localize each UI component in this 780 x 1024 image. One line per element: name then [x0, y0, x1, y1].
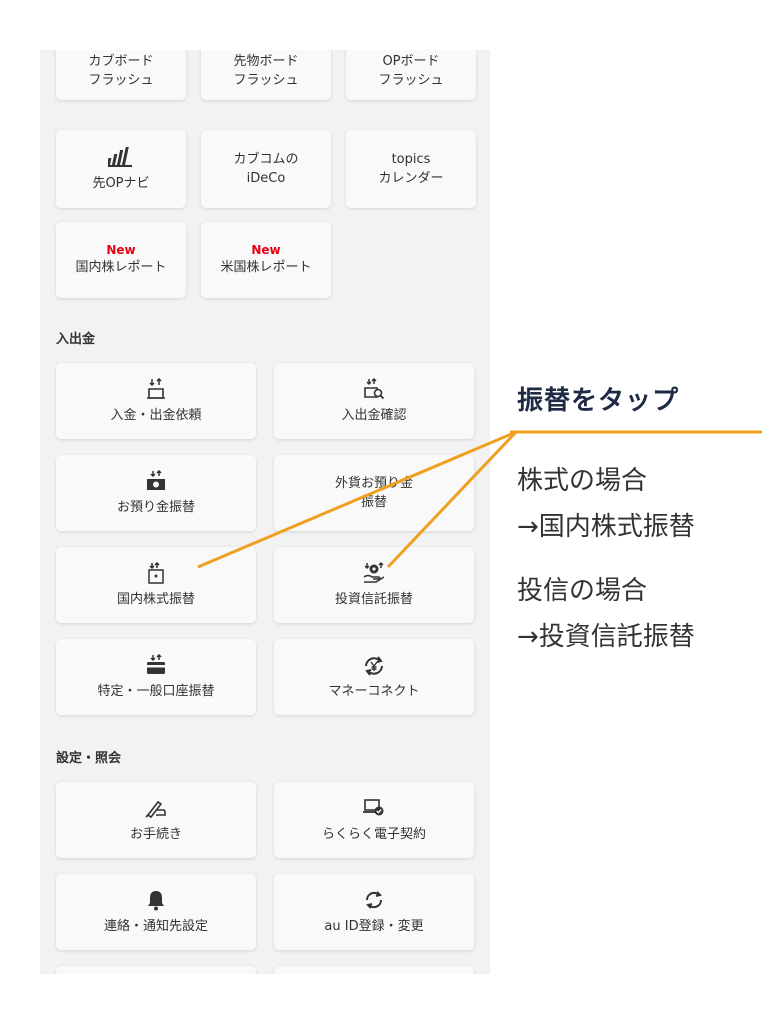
tile-label: au ID登録・変更 — [324, 918, 424, 934]
deposit-search-icon — [363, 377, 385, 402]
annotation-title: 振替をタップ — [517, 386, 680, 416]
contact-settings-button[interactable]: 連絡・通知先設定 — [56, 874, 256, 950]
money-bag-hand-icon — [362, 561, 386, 586]
deposit-arrows-icon — [145, 377, 167, 402]
e-contract-button[interactable]: らくらく電子契約 — [274, 782, 474, 858]
tile-label: 入出金確認 — [341, 407, 407, 423]
new-badge: New — [251, 243, 281, 257]
tile-label: topics カレンダー — [378, 152, 444, 186]
auid-register-button[interactable]: au ID登録・変更 — [274, 874, 474, 950]
tile-label: 入金・出金依頼 — [110, 407, 202, 423]
tile-label: らくらく電子契約 — [321, 826, 426, 842]
kabu-board-flash-button[interactable]: カブボード フラッシュ — [56, 50, 186, 100]
account-type-transfer-button[interactable]: 特定・一般口座振替 — [56, 639, 256, 715]
tile-label: 外貨お預り金 振替 — [334, 476, 413, 510]
fx-deposit-transfer-button[interactable]: 外貨お預り金 振替 — [274, 455, 474, 531]
annotation-stock-target: →国内株式振替 — [517, 512, 695, 542]
tile-label: 連絡・通知先設定 — [103, 918, 208, 934]
laptop-check-icon — [362, 797, 386, 821]
deposit-section-title: 入出金 — [56, 332, 96, 347]
yen-cycle-icon — [362, 654, 386, 678]
tile-label: 投資信託振替 — [334, 591, 413, 607]
new-badge: New — [106, 243, 136, 257]
procedures-button[interactable]: お手続き — [56, 782, 256, 858]
op-navi-button[interactable]: 先OPナビ — [56, 130, 186, 208]
tile-label: お預り金振替 — [116, 499, 195, 515]
tile-label: OPボード フラッシュ — [378, 54, 444, 88]
settings-section-title: 設定・照会 — [56, 751, 122, 766]
annotation-fund-case: 投信の場合 — [517, 576, 648, 606]
ideco-button[interactable]: カブコムの iDeCo — [201, 130, 331, 208]
tile-label: お手続き — [129, 826, 182, 842]
tile-label: カブボード フラッシュ — [88, 54, 154, 88]
tile-label: 先物ボード フラッシュ — [233, 54, 299, 88]
op-board-flash-button[interactable]: OPボード フラッシュ — [346, 50, 476, 100]
partial-tile — [56, 966, 256, 974]
stock-transfer-icon — [145, 561, 167, 586]
tile-label: マネーコネクト — [328, 683, 420, 699]
hand-pen-icon — [144, 797, 168, 821]
tile-label: 先OPナビ — [92, 175, 150, 191]
tile-label: カブコムの iDeCo — [233, 152, 299, 186]
futures-board-flash-button[interactable]: 先物ボード フラッシュ — [201, 50, 331, 100]
bell-icon — [146, 889, 166, 913]
deposit-request-button[interactable]: 入金・出金依頼 — [56, 363, 256, 439]
cash-transfer-icon — [145, 469, 167, 494]
annotation-stock-case: 株式の場合 — [517, 466, 648, 496]
deposit-confirm-button[interactable]: 入出金確認 — [274, 363, 474, 439]
card-transfer-icon — [145, 653, 167, 678]
jp-stock-report-button[interactable]: New 国内株レポート — [56, 222, 186, 298]
tile-label: 国内株レポート — [75, 260, 167, 275]
money-connect-button[interactable]: マネーコネクト — [274, 639, 474, 715]
chart-bars-icon — [108, 146, 134, 170]
tile-label: 米国株レポート — [220, 260, 312, 275]
partial-tile — [274, 966, 474, 974]
deposit-transfer-button[interactable]: お預り金振替 — [56, 455, 256, 531]
annotation-fund-target: →投資信託振替 — [517, 622, 695, 652]
phone-screen: カブボード フラッシュ 先物ボード フラッシュ OPボード フラッシュ 先OPナ… — [40, 50, 490, 974]
tile-label: 国内株式振替 — [116, 591, 195, 607]
fund-transfer-button[interactable]: 投資信託振替 — [274, 547, 474, 623]
refresh-icon — [363, 889, 385, 913]
topics-calendar-button[interactable]: topics カレンダー — [346, 130, 476, 208]
tile-label: 特定・一般口座振替 — [97, 683, 215, 699]
jp-stock-transfer-button[interactable]: 国内株式振替 — [56, 547, 256, 623]
us-stock-report-button[interactable]: New 米国株レポート — [201, 222, 331, 298]
